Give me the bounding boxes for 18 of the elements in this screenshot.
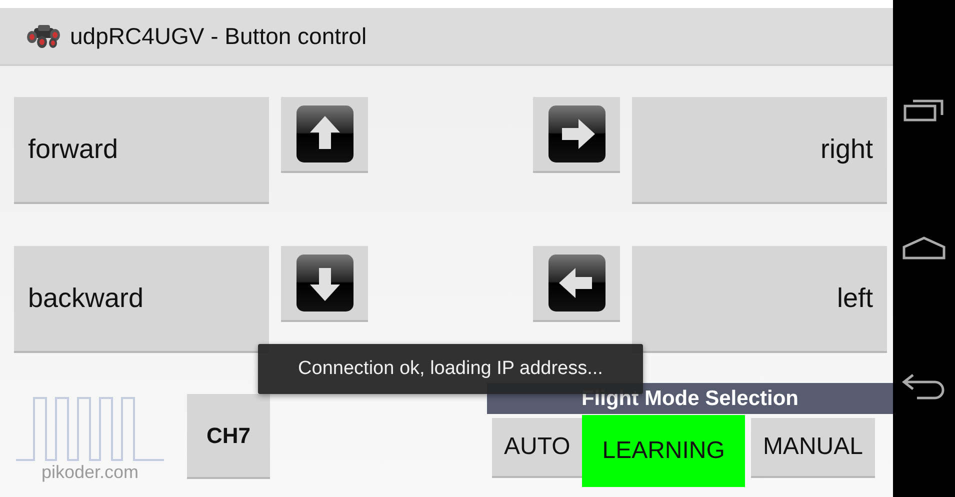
down-control-button[interactable]: backward xyxy=(14,246,269,353)
rover-icon xyxy=(26,23,62,49)
up-control-button[interactable]: forward xyxy=(14,97,269,204)
home-icon[interactable] xyxy=(902,236,946,260)
right-control-button[interactable]: right xyxy=(632,97,887,204)
mode-button[interactable]: MANUAL xyxy=(750,418,875,478)
mode-button[interactable]: LEARNING xyxy=(582,415,745,487)
left-control-button[interactable]: left xyxy=(632,246,887,353)
toast-message: Connection ok, loading IP address... xyxy=(258,344,643,394)
arrow-button[interactable] xyxy=(533,97,620,173)
arrow-button[interactable] xyxy=(281,246,368,322)
mode-button[interactable]: AUTO xyxy=(492,418,582,478)
channel-button[interactable]: CH7 xyxy=(187,394,270,479)
back-icon[interactable] xyxy=(901,372,947,400)
logo-caption: pikoder.com xyxy=(41,462,139,483)
arrow-button[interactable] xyxy=(533,246,620,322)
arrow-button[interactable] xyxy=(281,97,368,173)
window-title: udpRC4UGV - Button control xyxy=(70,22,367,50)
